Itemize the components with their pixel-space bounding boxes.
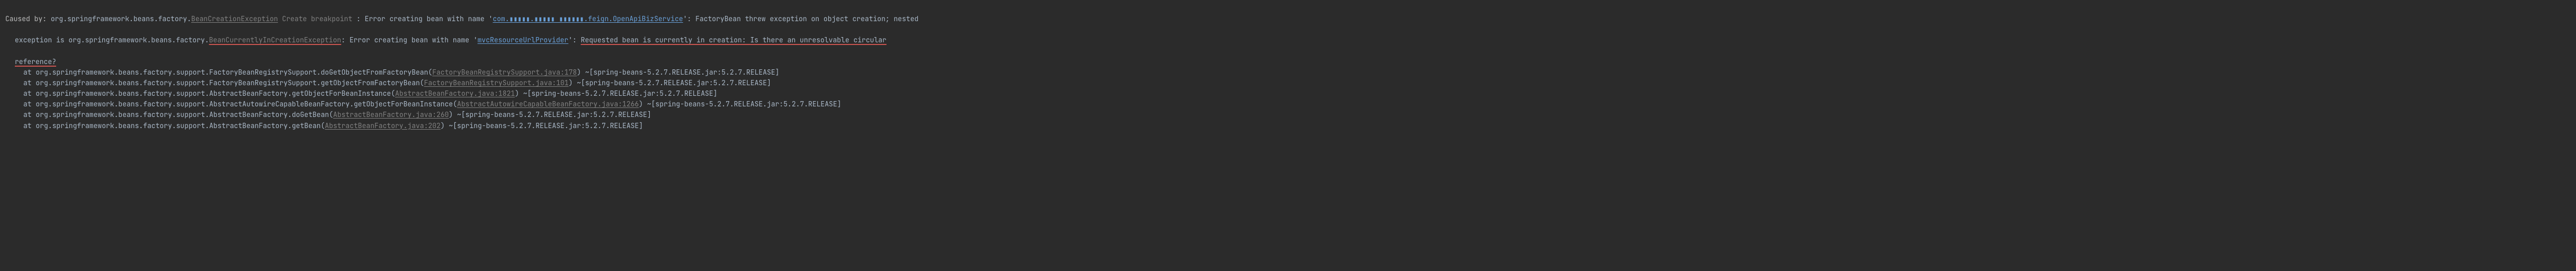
stack-frame-method: at org.springframework.beans.factory.sup… bbox=[23, 68, 432, 77]
stack-frame-method: at org.springframework.beans.factory.sup… bbox=[23, 100, 457, 109]
msg2-a: exception is org.springframework.beans.f… bbox=[15, 35, 209, 44]
msg1-b: ': FactoryBean threw exception on object… bbox=[683, 14, 919, 23]
msg2-c: ': bbox=[568, 35, 580, 44]
bean1-masked[interactable]: ▮▮▮▮▮.▮▮▮▮▮ ▮▮▮▮▮▮ bbox=[509, 14, 584, 23]
circular-warning-a: Requested bean is currently in creation:… bbox=[581, 35, 887, 44]
stack-frame: at org.springframework.beans.factory.sup… bbox=[5, 99, 2571, 110]
stack-frame-jar: ) ~[spring-beans-5.2.7.RELEASE.jar:5.2.7… bbox=[515, 89, 717, 98]
bean1-suffix[interactable]: .feign.OpenApiBizService bbox=[584, 14, 683, 23]
stack-frame: at org.springframework.beans.factory.sup… bbox=[5, 110, 2571, 120]
msg2-b: : Error creating bean with name ' bbox=[341, 35, 477, 44]
stack-frame-jar: ) ~[spring-beans-5.2.7.RELEASE.jar:5.2.7… bbox=[569, 78, 771, 87]
outer-exception-pkg: org.springframework.beans.factory. bbox=[51, 14, 191, 23]
stack-frame-jar: ) ~[spring-beans-5.2.7.RELEASE.jar:5.2.7… bbox=[639, 100, 841, 109]
stack-frame-source-link[interactable]: FactoryBeanRegistrySupport.java:101 bbox=[424, 78, 569, 87]
stack-frame-source-link[interactable]: AbstractAutowireCapableBeanFactory.java:… bbox=[457, 100, 639, 109]
stack-frame-source-link[interactable]: AbstractBeanFactory.java:202 bbox=[325, 121, 440, 130]
outer-exception-class-link[interactable]: BeanCreationException bbox=[191, 14, 278, 23]
exception-line-2: exception is org.springframework.beans.f… bbox=[5, 24, 2571, 46]
stack-frame: at org.springframework.beans.factory.sup… bbox=[5, 67, 2571, 78]
stack-frame-source-link[interactable]: AbstractBeanFactory.java:1821 bbox=[395, 89, 515, 98]
stack-frame: at org.springframework.beans.factory.sup… bbox=[5, 78, 2571, 88]
stack-frame-source-link[interactable]: AbstractBeanFactory.java:260 bbox=[333, 110, 449, 119]
caused-by-label: Caused by: bbox=[5, 14, 47, 23]
create-breakpoint-link[interactable]: Create breakpoint bbox=[278, 14, 356, 23]
stack-frame-method: at org.springframework.beans.factory.sup… bbox=[23, 121, 325, 130]
stack-trace: at org.springframework.beans.factory.sup… bbox=[5, 67, 2571, 131]
stack-frame-source-link[interactable]: FactoryBeanRegistrySupport.java:178 bbox=[432, 68, 577, 77]
stack-frame-method: at org.springframework.beans.factory.sup… bbox=[23, 89, 395, 98]
stack-frame: at org.springframework.beans.factory.sup… bbox=[5, 121, 2571, 131]
stack-frame-jar: ) ~[spring-beans-5.2.7.RELEASE.jar:5.2.7… bbox=[577, 68, 779, 77]
stack-frame-jar: ) ~[spring-beans-5.2.7.RELEASE.jar:5.2.7… bbox=[441, 121, 643, 130]
stack-frame: at org.springframework.beans.factory.sup… bbox=[5, 88, 2571, 99]
bean1-prefix[interactable]: com. bbox=[493, 14, 509, 23]
stack-frame-method: at org.springframework.beans.factory.sup… bbox=[23, 78, 424, 87]
msg1-a: : Error creating bean with name ' bbox=[356, 14, 493, 23]
bean2-link[interactable]: mvcResourceUrlProvider bbox=[478, 35, 569, 44]
inner-exception-class-link[interactable]: BeanCurrentlyInCreationException bbox=[209, 35, 342, 44]
stack-frame-method: at org.springframework.beans.factory.sup… bbox=[23, 110, 333, 119]
circular-warning-b: reference? bbox=[15, 57, 56, 66]
exception-line-1: Caused by: org.springframework.beans.fac… bbox=[5, 3, 2571, 24]
exception-line-3: reference? bbox=[5, 46, 2571, 67]
stack-frame-jar: ) ~[spring-beans-5.2.7.RELEASE.jar:5.2.7… bbox=[449, 110, 651, 119]
